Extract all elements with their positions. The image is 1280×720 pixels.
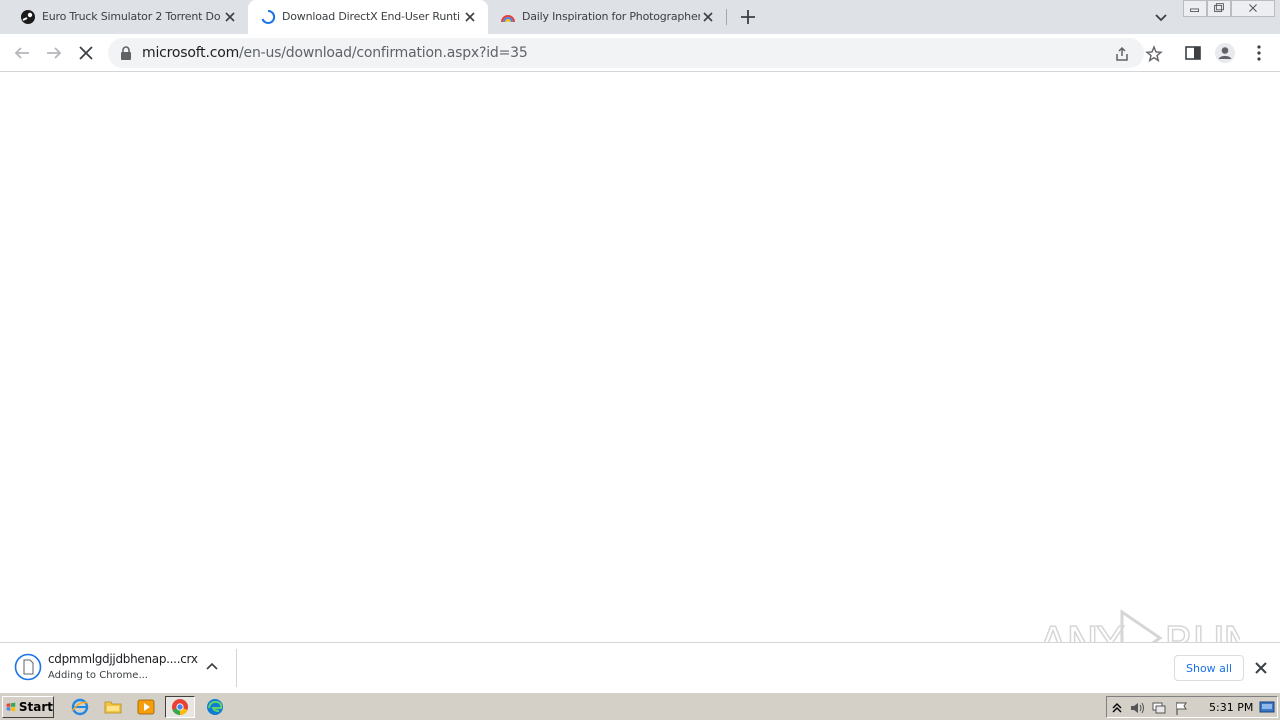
- show-all-button[interactable]: Show all: [1174, 655, 1244, 681]
- close-window-button[interactable]: [1231, 0, 1275, 17]
- back-arrow-icon[interactable]: [11, 42, 33, 64]
- clock[interactable]: 5:31 PM: [1209, 701, 1253, 714]
- file-explorer-folder-icon[interactable]: [104, 698, 122, 716]
- profile-avatar-icon[interactable]: [1214, 42, 1236, 64]
- start-label: Start: [18, 700, 53, 714]
- system-tray: 5:31 PM: [1106, 696, 1278, 718]
- share-icon[interactable]: [1113, 45, 1131, 63]
- edge-icon[interactable]: [206, 698, 224, 716]
- close-tab-icon[interactable]: [462, 9, 478, 25]
- chrome-icon: [172, 699, 188, 716]
- url-path: /en-us/download/confirmation.aspx?id=35: [239, 45, 528, 61]
- menu-kebab-icon[interactable]: [1248, 42, 1270, 64]
- taskbar: Start 5:31 PM: [0, 692, 1280, 720]
- url-text: microsoft.com/en-us/download/confirmatio…: [142, 45, 528, 61]
- network-icon[interactable]: [1151, 700, 1167, 716]
- url-host: microsoft.com: [142, 45, 240, 61]
- tab-search-chevron-down-icon[interactable]: [1152, 8, 1170, 26]
- internet-explorer-icon[interactable]: [71, 698, 89, 716]
- action-center-flag-icon[interactable]: [1173, 700, 1189, 716]
- download-shelf: cdpmmlgdjjdbhenap....crx Adding to Chrom…: [0, 642, 1280, 692]
- page-content: [0, 72, 1280, 642]
- download-item[interactable]: cdpmmlgdjjdbhenap....crx Adding to Chrom…: [0, 643, 236, 693]
- show-desktop-icon[interactable]: [1259, 699, 1275, 715]
- start-button[interactable]: Start: [2, 696, 54, 718]
- stop-loading-icon[interactable]: [75, 42, 97, 64]
- new-tab-plus-icon[interactable]: [738, 7, 758, 27]
- side-panel-icon[interactable]: [1182, 42, 1204, 64]
- minimize-button[interactable]: [1183, 0, 1207, 17]
- close-tab-icon[interactable]: [700, 9, 716, 25]
- download-status: Adding to Chrome...: [48, 670, 148, 681]
- restore-icon: [1214, 3, 1224, 13]
- chrome-taskbar-button[interactable]: [165, 696, 195, 718]
- tab-separator: [726, 9, 727, 25]
- tab-euro-truck[interactable]: Euro Truck Simulator 2 Torrent Download: [8, 0, 248, 34]
- address-bar[interactable]: microsoft.com/en-us/download/confirmatio…: [108, 38, 1163, 68]
- windows-logo-icon: [6, 702, 16, 712]
- tab-title: Euro Truck Simulator 2 Torrent Download: [42, 10, 220, 23]
- lock-icon[interactable]: [120, 46, 132, 60]
- browser-toolbar: microsoft.com/en-us/download/confirmatio…: [0, 34, 1280, 72]
- show-hidden-icons-icon[interactable]: [1109, 700, 1125, 716]
- minimize-icon: [1190, 8, 1199, 13]
- download-divider: [236, 649, 237, 687]
- file-icon: [14, 653, 42, 681]
- site-favicon-icon: [21, 10, 35, 24]
- chevron-up-icon[interactable]: [204, 659, 220, 675]
- close-tab-icon[interactable]: [222, 9, 238, 25]
- tab-title: Daily Inspiration for Photographers: [522, 10, 700, 23]
- volume-icon[interactable]: [1129, 700, 1145, 716]
- download-filename: cdpmmlgdjjdbhenap....crx: [48, 652, 198, 666]
- rainbow-icon: [501, 15, 515, 23]
- tab-directx[interactable]: Download DirectX End-User Runtime: [248, 0, 488, 34]
- tab-title: Download DirectX End-User Runtime: [282, 10, 460, 23]
- tab-photographers[interactable]: Daily Inspiration for Photographers: [488, 0, 726, 34]
- loading-spinner-icon: [261, 9, 276, 24]
- restore-button[interactable]: [1207, 0, 1231, 17]
- media-player-icon[interactable]: [137, 698, 155, 716]
- tab-strip: Euro Truck Simulator 2 Torrent Download …: [0, 0, 1280, 34]
- bookmark-star-icon[interactable]: [1145, 45, 1163, 63]
- close-download-bar-icon[interactable]: [1252, 659, 1270, 677]
- close-window-icon: [1249, 4, 1257, 12]
- forward-arrow-icon[interactable]: [43, 42, 65, 64]
